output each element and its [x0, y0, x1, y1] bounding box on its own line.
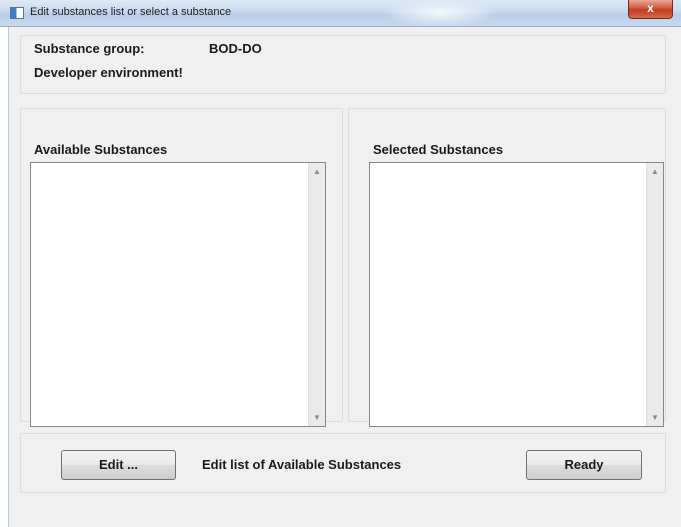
- scroll-down-arrow-icon[interactable]: ▼: [647, 409, 663, 426]
- app-window-icon: [10, 7, 24, 19]
- available-substances-list[interactable]: ▲ ▼: [30, 162, 326, 427]
- ready-button[interactable]: Ready: [526, 450, 642, 480]
- close-button[interactable]: x: [628, 0, 673, 19]
- substance-group-value: BOD-DO: [209, 41, 262, 56]
- selected-substances-panel: Selected Substances ▲ ▼: [348, 108, 666, 427]
- dialog-window: Edit substances list or select a substan…: [0, 0, 681, 527]
- edit-hint-label: Edit list of Available Substances: [202, 457, 402, 472]
- substance-group-label: Substance group:: [34, 41, 145, 56]
- scroll-down-arrow-icon[interactable]: ▼: [309, 409, 325, 426]
- close-icon: x: [647, 1, 654, 15]
- title-bar-glare: [380, 0, 500, 26]
- substance-info-panel: Substance group: BOD-DO Developer enviro…: [20, 35, 666, 94]
- available-list-scrollbar[interactable]: ▲ ▼: [308, 163, 325, 426]
- available-substances-header: Available Substances: [34, 142, 168, 157]
- title-bar[interactable]: Edit substances list or select a substan…: [0, 0, 681, 27]
- scroll-up-arrow-icon[interactable]: ▲: [647, 163, 663, 180]
- scroll-up-arrow-icon[interactable]: ▲: [309, 163, 325, 180]
- available-substances-panel: Available Substances ▲ ▼: [20, 108, 343, 427]
- window-title: Edit substances list or select a substan…: [30, 6, 232, 18]
- selected-substances-header: Selected Substances: [373, 142, 504, 157]
- environment-note: Developer environment!: [34, 65, 183, 80]
- selected-list-scrollbar[interactable]: ▲ ▼: [646, 163, 663, 426]
- action-panel: Edit ... Edit list of Available Substanc…: [20, 433, 666, 493]
- selected-substances-list[interactable]: ▲ ▼: [369, 162, 664, 427]
- edit-button[interactable]: Edit ...: [61, 450, 176, 480]
